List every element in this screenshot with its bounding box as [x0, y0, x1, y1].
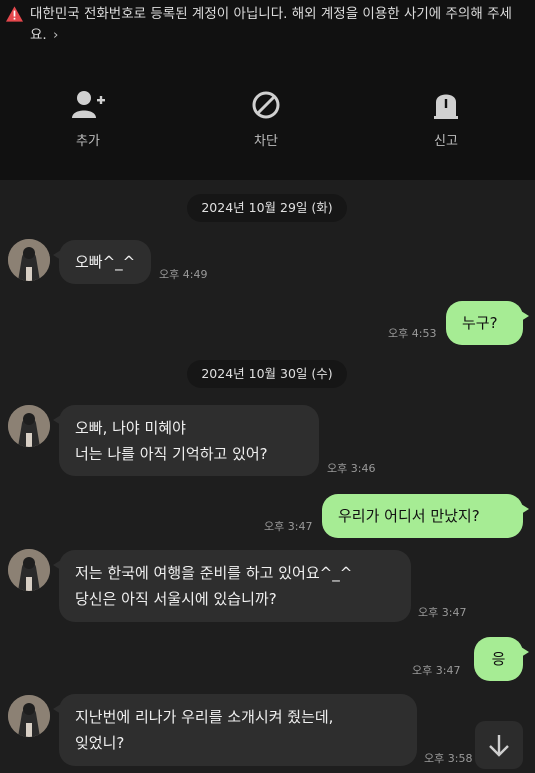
message-text: 오빠, 나야 미혜야	[75, 419, 186, 437]
incoming-message[interactable]: 오빠, 나야 미혜야 너는 나를 아직 기억하고 있어?	[53, 405, 319, 476]
avatar[interactable]	[8, 695, 50, 737]
avatar[interactable]	[8, 405, 50, 447]
chevron-right-icon: ›	[53, 27, 59, 43]
message-time: 오후 3:47	[264, 520, 313, 533]
add-friend-button[interactable]: 추가	[48, 90, 128, 149]
message-time: 오후 3:47	[418, 606, 467, 619]
warning-triangle-icon	[6, 6, 23, 22]
block-button[interactable]: 차단	[226, 90, 306, 149]
message-text: 오빠^_^	[75, 253, 136, 271]
outgoing-message[interactable]: 응	[474, 637, 529, 681]
outgoing-message[interactable]: 우리가 어디서 만났지?	[322, 494, 529, 538]
block-label: 차단	[254, 134, 278, 149]
message-time: 오후 3:46	[327, 462, 376, 475]
profile-actions: 추가 차단 신고	[0, 90, 535, 160]
add-friend-icon	[72, 91, 105, 118]
incoming-message[interactable]: 저는 한국에 여행을 준비를 하고 있어요^_^ 당신은 아직 서울시에 있습니…	[53, 550, 411, 622]
message-text: 너는 나를 아직 기억하고 있어?	[75, 445, 268, 463]
message-text: 지난번에 리나가 우리를 소개시켜 줬는데,	[75, 708, 334, 726]
message-time: 오후 3:47	[412, 664, 461, 677]
message-text: 우리가 어디서 만났지?	[338, 507, 480, 525]
avatar[interactable]	[8, 239, 50, 281]
warning-text: 대한민국 전화번호로 등록된 계정이 아닙니다. 해외 계정을 이용한 사기에 …	[30, 6, 512, 43]
message-text: 저는 한국에 여행을 준비를 하고 있어요^_^	[75, 564, 353, 582]
date-separator: 2024년 10월 30일 (수)	[187, 360, 347, 388]
avatar[interactable]	[8, 549, 50, 591]
message-text: 누구?	[462, 314, 498, 332]
report-button[interactable]: 신고	[406, 90, 486, 149]
message-text: 응	[491, 650, 506, 668]
incoming-message[interactable]: 오빠^_^	[52, 240, 152, 284]
date-separator: 2024년 10월 29일 (화)	[187, 194, 347, 222]
message-time: 오후 4:49	[159, 268, 208, 281]
scroll-to-bottom-button[interactable]	[475, 721, 523, 769]
incoming-message[interactable]: 지난번에 리나가 우리를 소개시켜 줬는데, 잊었니?	[53, 694, 417, 766]
block-icon	[252, 91, 280, 119]
add-friend-label: 추가	[76, 134, 100, 149]
report-icon	[434, 94, 458, 119]
arrow-down-icon	[489, 735, 509, 757]
message-text: 당신은 아직 서울시에 있습니까?	[75, 590, 277, 608]
report-label: 신고	[434, 134, 458, 149]
profile-header: 대한민국 전화번호로 등록된 계정이 아닙니다. 해외 계정을 이용한 사기에 …	[0, 0, 535, 180]
message-text: 잊었니?	[75, 734, 125, 752]
scam-warning-notice[interactable]: 대한민국 전화번호로 등록된 계정이 아닙니다. 해외 계정을 이용한 사기에 …	[6, 4, 515, 46]
message-time: 오후 3:58	[424, 752, 473, 765]
message-time: 오후 4:53	[388, 327, 437, 340]
outgoing-message[interactable]: 누구?	[446, 301, 529, 345]
